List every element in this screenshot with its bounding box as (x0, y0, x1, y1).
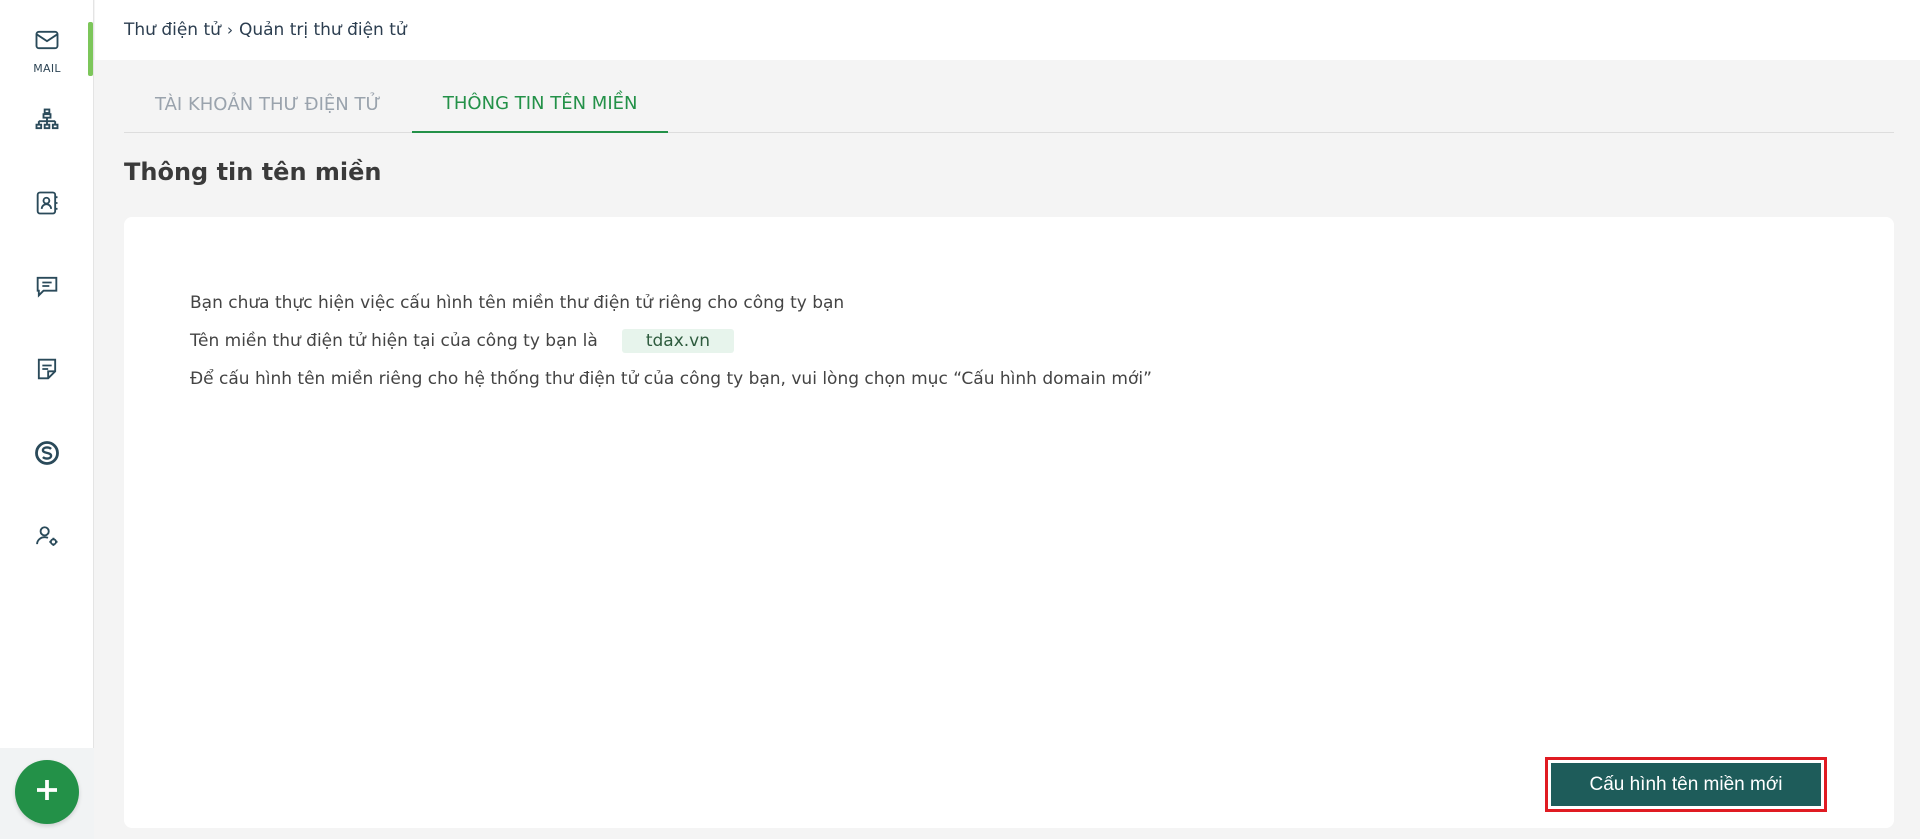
chevron-right-icon: › (226, 21, 233, 39)
tab-domain-info[interactable]: THÔNG TIN TÊN MIỀN (411, 75, 669, 133)
info-line-instructions: Để cấu hình tên miền riêng cho hệ thống … (190, 369, 1152, 389)
current-domain-label: Tên miền thư điện tử hiện tại của công t… (190, 331, 598, 351)
nav-chat[interactable] (0, 258, 94, 318)
highlight-outline: Cấu hình tên miền mới (1545, 757, 1827, 812)
left-nav-rail: MAIL (0, 0, 94, 839)
breadcrumb-current: Quản trị thư điện tử (238, 20, 407, 40)
breadcrumb-root[interactable]: Thư điện tử (124, 20, 221, 40)
page-title: Thông tin tên miền (124, 158, 382, 186)
nav-brand-s[interactable] (0, 425, 94, 485)
chat-icon (33, 272, 61, 304)
mail-icon (33, 26, 61, 58)
tab-bar: TÀI KHOẢN THƯ ĐIỆN TỬ THÔNG TIN TÊN MIỀN (124, 75, 1894, 133)
tab-email-accounts[interactable]: TÀI KHOẢN THƯ ĐIỆN TỬ (124, 75, 412, 133)
nav-user-settings[interactable] (0, 508, 94, 568)
user-settings-icon (33, 522, 61, 554)
domain-info-card: Bạn chưa thực hiện việc cấu hình tên miề… (124, 217, 1894, 828)
info-line-not-configured: Bạn chưa thực hiện việc cấu hình tên miề… (190, 293, 845, 313)
brand-s-icon (33, 439, 61, 471)
domain-badge: tdax.vn (621, 329, 735, 353)
nav-notes[interactable] (0, 341, 94, 401)
org-chart-icon (33, 106, 61, 138)
domain-info-text: Bạn chưa thực hiện việc cấu hình tên miề… (190, 284, 1152, 398)
nav-contacts[interactable] (0, 175, 94, 235)
nav-mail[interactable]: MAIL (0, 20, 94, 80)
nav-mail-label: MAIL (33, 61, 61, 75)
notes-icon (33, 355, 61, 387)
nav-organization[interactable] (0, 92, 94, 152)
plus-icon (32, 775, 62, 809)
create-new-button[interactable] (15, 760, 79, 824)
contacts-icon (33, 189, 61, 221)
info-line-current-domain: Tên miền thư điện tử hiện tại của công t… (190, 322, 1152, 360)
configure-new-domain-button[interactable]: Cấu hình tên miền mới (1551, 763, 1821, 806)
app-root: MAIL Thư điện tử › Quản trị thư điện tử … (0, 0, 1920, 839)
breadcrumb: Thư điện tử › Quản trị thư điện tử (95, 0, 1920, 60)
